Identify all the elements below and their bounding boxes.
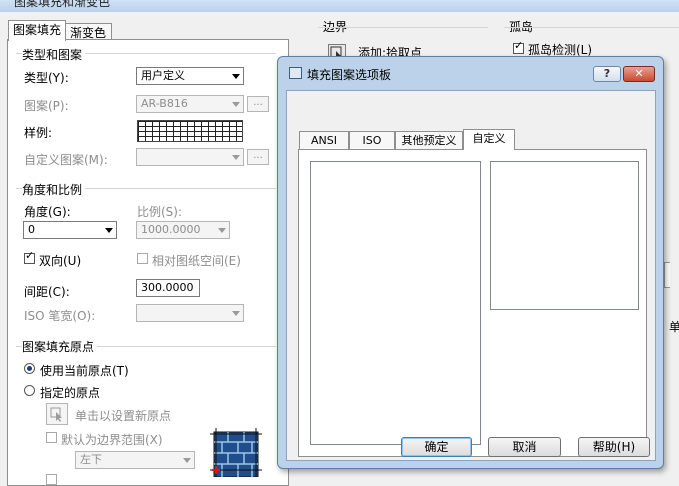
chevron-down-icon bbox=[232, 155, 240, 160]
type-label: 类型(Y): bbox=[24, 71, 69, 85]
right-clipped-label: 单 bbox=[669, 320, 679, 334]
main-title-bar: 图案填充和渐变色 bbox=[0, 0, 679, 12]
check-mark-icon: ✓ bbox=[25, 249, 35, 262]
chevron-down-icon bbox=[232, 102, 240, 107]
chevron-down-icon bbox=[105, 228, 113, 233]
ok-button[interactable]: 确定 bbox=[401, 437, 472, 457]
origin-position-select[interactable]: 左下 bbox=[75, 451, 195, 469]
scale-label: 比例(S): bbox=[137, 205, 183, 219]
specified-origin-radio[interactable] bbox=[24, 385, 35, 396]
cancel-button[interactable]: 取消 bbox=[488, 437, 561, 457]
angle-label: 角度(G): bbox=[24, 205, 71, 219]
custom-pattern-list[interactable] bbox=[310, 161, 481, 445]
pattern-browse-button[interactable]: ... bbox=[247, 96, 269, 112]
store-default-origin-checkbox[interactable] bbox=[46, 474, 57, 485]
chevron-down-icon bbox=[232, 311, 240, 316]
double-checkbox[interactable]: ✓ bbox=[24, 249, 35, 264]
use-current-origin-radio[interactable] bbox=[24, 363, 35, 374]
hatch-palette-dialog: 填充图案选项板 ? ✕ ANSI ISO 其他预定义 自定义 确定 取消 帮助(… bbox=[277, 56, 664, 469]
chevron-down-icon bbox=[232, 74, 240, 79]
relative-paper-checkbox[interactable] bbox=[137, 253, 148, 264]
custom-pattern-label: 自定义图案(M): bbox=[24, 153, 108, 167]
pattern-swatch[interactable] bbox=[137, 120, 243, 142]
tab-pattern-fill[interactable]: 图案填充 bbox=[8, 20, 66, 41]
cursor-pick-icon bbox=[50, 407, 62, 422]
tab-other-predefined[interactable]: 其他预定义 bbox=[395, 131, 463, 149]
double-label: 双向(U) bbox=[39, 254, 82, 268]
island-divider bbox=[504, 27, 679, 28]
chevron-down-icon bbox=[218, 228, 226, 233]
set-origin-button[interactable] bbox=[46, 403, 68, 425]
type-select[interactable]: 用户定义 bbox=[136, 67, 244, 85]
custom-pattern-browse-button[interactable]: ... bbox=[247, 149, 269, 165]
iso-pen-width-select[interactable] bbox=[136, 304, 244, 322]
iso-pen-width-label: ISO 笔宽(O): bbox=[24, 309, 96, 323]
check-mark-icon: ✓ bbox=[514, 39, 524, 52]
right-edge-control bbox=[664, 262, 670, 288]
radio-dot bbox=[27, 366, 32, 371]
tab-custom[interactable]: 自定义 bbox=[463, 129, 515, 150]
dialog-body: ANSI ISO 其他预定义 自定义 bbox=[286, 90, 656, 461]
angle-scale-group-title: 角度和比例 bbox=[22, 181, 86, 198]
close-button[interactable]: ✕ bbox=[623, 66, 655, 82]
island-detect-checkbox[interactable]: ✓ bbox=[513, 39, 524, 54]
type-pattern-group-title: 类型和图案 bbox=[22, 46, 86, 63]
scale-select[interactable]: 1000.0000 bbox=[136, 221, 230, 239]
help-icon-button[interactable]: ? bbox=[593, 66, 621, 82]
dialog-title: 填充图案选项板 bbox=[307, 68, 392, 82]
default-extent-checkbox[interactable] bbox=[46, 432, 57, 443]
chevron-down-icon bbox=[183, 458, 191, 463]
help-button[interactable]: 帮助(H) bbox=[578, 437, 650, 457]
pattern-select[interactable]: AR-B816 bbox=[136, 95, 244, 113]
tab-ansi[interactable]: ANSI bbox=[299, 131, 349, 149]
origin-group-title: 图案填充原点 bbox=[22, 338, 98, 355]
pattern-label: 图案(P): bbox=[24, 99, 69, 113]
tab-iso[interactable]: ISO bbox=[349, 131, 395, 149]
spacing-input[interactable]: 300.0000 bbox=[136, 279, 200, 297]
brick-origin-preview-icon bbox=[210, 428, 262, 477]
swatch-label: 样例: bbox=[24, 126, 53, 140]
main-title: 图案填充和渐变色 bbox=[14, 0, 111, 9]
default-extent-label: 默认为边界范围(X) bbox=[61, 433, 163, 447]
specified-origin-label: 指定的原点 bbox=[40, 386, 101, 400]
use-current-origin-label: 使用当前原点(T) bbox=[40, 364, 129, 378]
spacing-label: 间距(C): bbox=[24, 285, 70, 299]
relative-paper-label: 相对图纸空间(E) bbox=[152, 254, 241, 268]
click-set-origin-label: 单击以设置新原点 bbox=[75, 409, 172, 423]
angle-select[interactable]: 0 bbox=[23, 221, 117, 239]
palette-app-icon bbox=[289, 67, 302, 79]
custom-tab-panel bbox=[298, 149, 647, 457]
custom-pattern-select[interactable] bbox=[136, 148, 244, 166]
pattern-preview-box bbox=[490, 161, 639, 310]
boundary-divider bbox=[318, 27, 488, 28]
